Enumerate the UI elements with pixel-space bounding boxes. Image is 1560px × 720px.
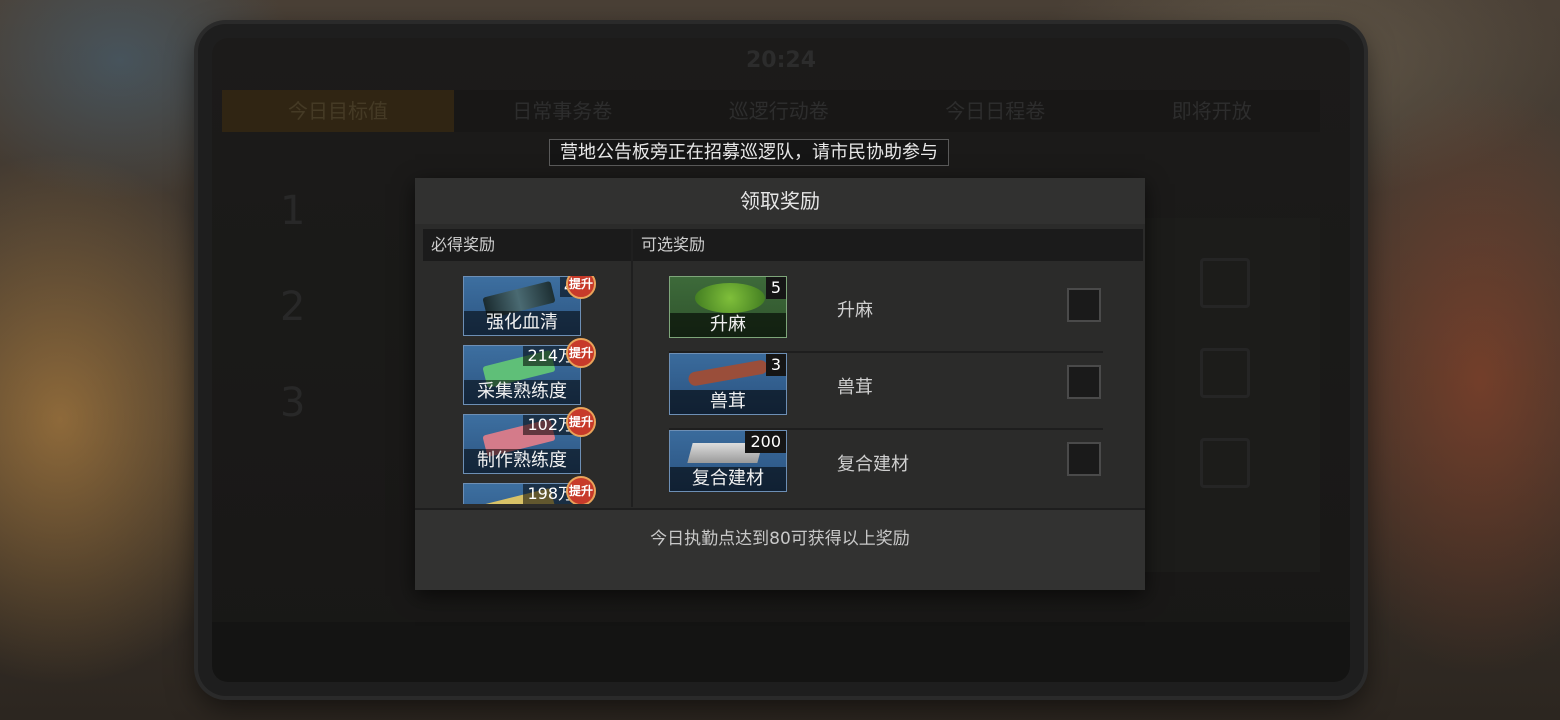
modal-footer-hint: 今日执勤点达到80可获得以上奖励 [415, 508, 1145, 590]
reward-name: 采集熟练度 [464, 380, 580, 404]
optional-reward-row[interactable]: 3 兽茸 兽茸 [669, 353, 1103, 430]
reward-item-shourong[interactable]: 3 兽茸 [669, 353, 787, 415]
reward-count: 3 [765, 354, 786, 376]
reward-item-partial[interactable]: 198万 提升 [463, 476, 596, 504]
modal-title: 领取奖励 [415, 178, 1145, 224]
select-checkbox[interactable] [1067, 288, 1101, 322]
column-divider [631, 229, 633, 507]
optional-reward-row[interactable]: 5 升麻 升麻 [669, 276, 1103, 353]
reward-item-composite-material[interactable]: 200 复合建材 [669, 430, 787, 492]
antler-icon [687, 359, 769, 387]
required-rewards-title: 必得奖励 [423, 229, 631, 261]
boost-badge: 提升 [566, 276, 596, 299]
reward-count: 200 [745, 431, 786, 453]
notice-banner: 营地公告板旁正在招募巡逻队，请市民协助参与 [549, 139, 949, 166]
reward-name: 制作熟练度 [464, 449, 580, 473]
reward-modal: 领取奖励 必得奖励 可选奖励 4 强化血清 提升 214万 采集熟练度 提升 1… [415, 178, 1145, 590]
reward-item-gathering-exp[interactable]: 214万 采集熟练度 提升 [463, 338, 596, 405]
reward-count: 5 [765, 277, 786, 299]
reward-item-serum[interactable]: 4 强化血清 提升 [463, 276, 596, 336]
reward-label: 兽茸 [837, 377, 873, 398]
optional-rewards-list: 5 升麻 升麻 3 兽茸 兽茸 200 复合建材 复合建材 [669, 276, 1103, 507]
reward-label: 升麻 [837, 300, 873, 321]
boost-badge: 提升 [566, 338, 596, 368]
optional-reward-row[interactable]: 200 复合建材 复合建材 [669, 430, 1103, 507]
reward-name: 复合建材 [670, 467, 786, 491]
reward-item-shengma[interactable]: 5 升麻 [669, 276, 787, 338]
reward-item-crafting-exp[interactable]: 102万 制作熟练度 提升 [463, 407, 596, 474]
boost-badge: 提升 [566, 407, 596, 437]
boost-badge: 提升 [566, 476, 596, 504]
reward-name: 升麻 [670, 313, 786, 337]
herb-icon [695, 283, 765, 313]
game-scene-background: 20:24 今日目标值 日常事务卷 巡逻行动卷 今日日程卷 即将开放 1 2 3 [0, 0, 1560, 720]
reward-name: 强化血清 [464, 311, 580, 335]
select-checkbox[interactable] [1067, 442, 1101, 476]
optional-rewards-title: 可选奖励 [633, 229, 1143, 261]
select-checkbox[interactable] [1067, 365, 1101, 399]
reward-name: 兽茸 [670, 390, 786, 414]
required-rewards-list[interactable]: 4 强化血清 提升 214万 采集熟练度 提升 102万 制作熟练度 提升 19… [463, 276, 603, 504]
reward-label: 复合建材 [837, 454, 909, 475]
